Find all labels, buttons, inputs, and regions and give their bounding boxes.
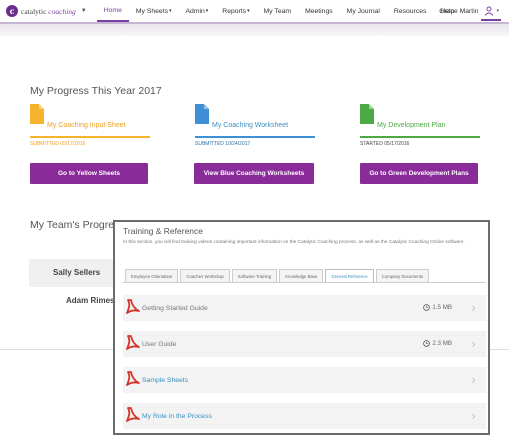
nav-item-reports[interactable]: Reports ▾ xyxy=(215,0,256,22)
blue-sheet-icon xyxy=(195,104,209,124)
chevron-down-icon[interactable]: ▾ xyxy=(496,8,499,14)
document-name: User Guide xyxy=(142,341,177,348)
top-nav: c catalytic coaching ▼ Home My Sheets ▾ A… xyxy=(0,0,509,22)
card-name[interactable]: My Coaching Worksheet xyxy=(212,122,288,129)
nav-item-my-journal[interactable]: My Journal xyxy=(340,0,387,22)
nav-item-my-sheets[interactable]: My Sheets ▾ xyxy=(129,0,179,22)
card-status: STARTED 05/17/2016 xyxy=(360,141,410,147)
section-divider xyxy=(0,349,120,350)
document-row[interactable]: Sample Sheets › xyxy=(123,367,486,393)
nav-menu: Home My Sheets ▾ Admin ▾ Reports ▾ My Team … xyxy=(96,0,462,22)
user-icon[interactable] xyxy=(484,6,494,16)
yellow-sheet-icon xyxy=(30,104,44,124)
green-plans-button[interactable]: Go to Green Development Plans xyxy=(360,163,478,184)
card-divider xyxy=(30,136,150,138)
document-name: Getting Started Guide xyxy=(142,305,208,312)
document-name[interactable]: My Role in the Process xyxy=(142,413,212,420)
nav-item-my-team[interactable]: My Team xyxy=(257,0,298,22)
chevron-down-icon: ▾ xyxy=(247,8,250,14)
tab-employee-orientation[interactable]: Employee Orientation xyxy=(125,269,179,282)
panel-title: Training & Reference xyxy=(123,226,204,236)
green-sheet-icon xyxy=(360,104,374,124)
panel-description: In this section, you will find training … xyxy=(123,240,465,245)
logo[interactable]: c catalytic coaching ▼ xyxy=(6,5,87,17)
team-member[interactable]: Sally Sellers xyxy=(53,268,100,277)
blue-worksheets-button[interactable]: View Blue Coaching Worksheets xyxy=(194,163,314,184)
document-size: 2.3 MB xyxy=(423,340,452,347)
card-divider xyxy=(360,136,480,138)
yellow-sheets-button[interactable]: Go to Yellow Sheets xyxy=(30,163,148,184)
tab-coaches-workshop[interactable]: Coaches Workshop xyxy=(180,269,230,282)
card-name[interactable]: My Coaching Input Sheet xyxy=(47,122,126,129)
pdf-icon xyxy=(126,371,140,386)
clock-icon xyxy=(423,304,431,311)
document-name[interactable]: Sample Sheets xyxy=(142,377,188,384)
card-name[interactable]: My Development Plan xyxy=(377,122,445,129)
card-divider xyxy=(195,136,315,138)
document-size: 1.5 MB xyxy=(423,304,452,311)
logo-icon: c xyxy=(6,5,18,17)
pdf-icon xyxy=(126,407,140,422)
pdf-icon xyxy=(126,299,140,314)
chevron-down-icon: ▾ xyxy=(205,8,209,14)
chevron-right-icon[interactable]: › xyxy=(471,373,476,387)
training-reference-panel: Training & Reference In this section, yo… xyxy=(113,220,490,435)
chevron-right-icon[interactable]: › xyxy=(471,409,476,423)
team-title: My Team's Progress xyxy=(30,219,125,231)
card-status: SUBMITTED 10/24/2017 xyxy=(195,141,251,147)
chevron-down-icon[interactable]: ▼ xyxy=(81,8,87,14)
user-name: Grace Martin xyxy=(439,7,479,15)
document-row[interactable]: User Guide 2.3 MB › xyxy=(123,331,486,357)
nav-item-home[interactable]: Home xyxy=(96,0,129,22)
tab-general-reference[interactable]: General Reference xyxy=(325,269,374,282)
user-menu-underline xyxy=(481,19,501,21)
tab-bar: Employee Orientation Coaches Workshop So… xyxy=(125,269,431,282)
clock-icon xyxy=(423,340,431,347)
tab-software-training[interactable]: Software Training xyxy=(231,269,278,282)
nav-item-meetings[interactable]: Meetings xyxy=(298,0,340,22)
document-row[interactable]: My Role in the Process › xyxy=(123,403,486,429)
nav-item-resources[interactable]: Resources xyxy=(387,0,434,22)
chevron-right-icon[interactable]: › xyxy=(471,301,476,315)
logo-text: catalytic coaching xyxy=(21,6,76,16)
tab-divider xyxy=(123,282,485,283)
section-divider xyxy=(490,349,509,350)
chevron-right-icon[interactable]: › xyxy=(471,337,476,351)
tab-company-documents[interactable]: Company Documents xyxy=(375,269,430,282)
card-status: SUBMITTED 05/17/2016 xyxy=(30,141,86,147)
pdf-icon xyxy=(126,335,140,350)
team-member[interactable]: Adam Rimes xyxy=(66,296,114,305)
progress-title: My Progress This Year 2017 xyxy=(30,85,162,97)
chevron-down-icon: ▾ xyxy=(168,8,172,14)
document-row[interactable]: Getting Started Guide 1.5 MB › xyxy=(123,295,486,321)
nav-item-admin[interactable]: Admin ▾ xyxy=(179,0,216,22)
tab-knowledge-base[interactable]: Knowledge Base xyxy=(279,269,324,282)
header-shadow xyxy=(0,24,509,36)
